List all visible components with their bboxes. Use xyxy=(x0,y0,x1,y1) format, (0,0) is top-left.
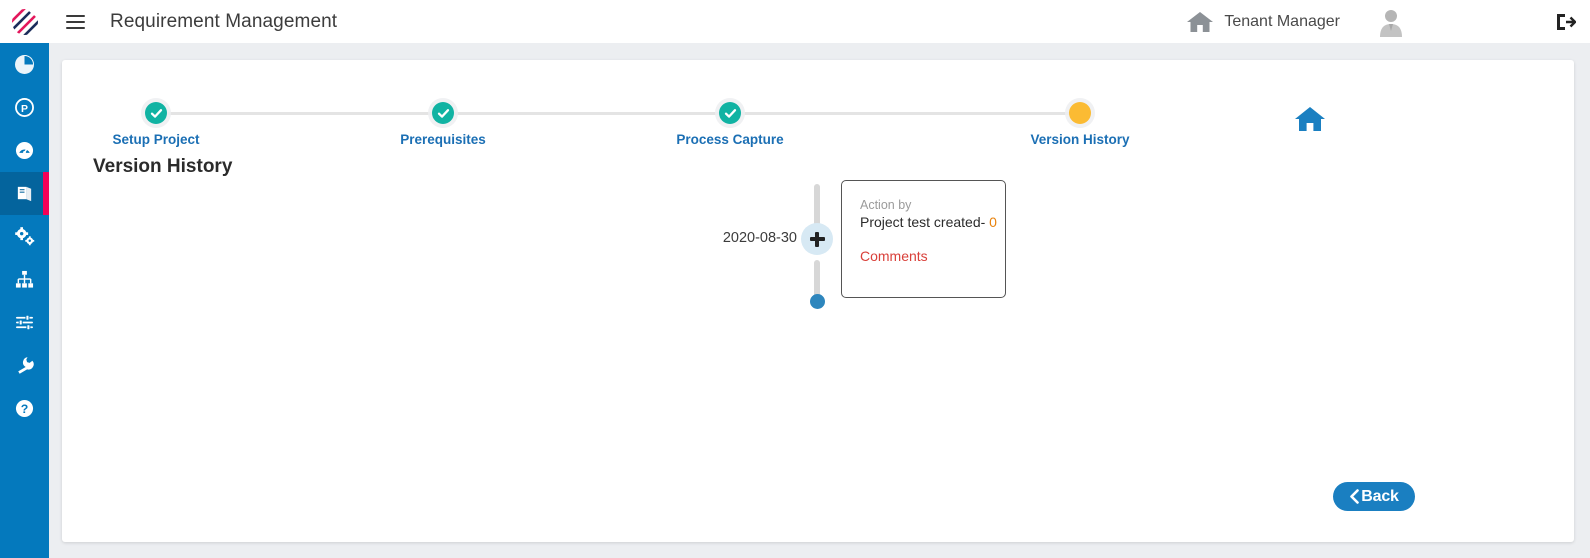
question-circle-icon: ? xyxy=(15,399,34,418)
sidebar-item-tools[interactable] xyxy=(0,344,49,387)
action-by-label: Action by xyxy=(860,198,987,212)
step-status-icon xyxy=(145,102,167,124)
home-icon[interactable] xyxy=(1186,10,1214,34)
hamburger-bar xyxy=(66,21,85,23)
sitemap-icon xyxy=(15,270,34,289)
step-status-icon xyxy=(719,102,741,124)
back-button-label: Back xyxy=(1361,488,1398,506)
book-icon xyxy=(15,184,34,203)
cogs-icon xyxy=(15,227,35,246)
content-card: Setup Project Prerequisites Process Capt… xyxy=(62,60,1574,542)
timeline-entry-description: Project test created- 0 xyxy=(860,214,987,230)
sidebar-item-help[interactable]: ? xyxy=(0,387,49,430)
app-logo xyxy=(0,0,49,43)
stepper-home-icon[interactable] xyxy=(1294,106,1326,138)
step-label: Version History xyxy=(1030,132,1129,147)
stepper: Setup Project Prerequisites Process Capt… xyxy=(62,82,1574,144)
home-glyph xyxy=(1294,106,1326,133)
sidebar-item-hierarchy[interactable] xyxy=(0,258,49,301)
logout-icon[interactable] xyxy=(1556,13,1576,31)
home-glyph xyxy=(1186,10,1214,34)
timeline-entry-date: 2020-08-30 xyxy=(662,230,797,246)
p-circle-icon: P xyxy=(15,98,34,117)
avatar-glyph xyxy=(1376,7,1406,37)
step-status-icon xyxy=(1069,102,1091,124)
timeline-entry-card: Action by Project test created- 0 Commen… xyxy=(841,180,1006,298)
step-label: Prerequisites xyxy=(400,132,486,147)
check-icon xyxy=(437,107,450,120)
wrench-icon xyxy=(15,356,34,375)
check-icon xyxy=(150,107,163,120)
sidebar-item-reports[interactable] xyxy=(0,43,49,86)
step-label: Process Capture xyxy=(676,132,783,147)
chevron-left-icon xyxy=(1349,489,1360,504)
pie-chart-icon xyxy=(15,55,34,74)
top-bar: Requirement Management Tenant Manager xyxy=(0,0,1590,43)
step-setup-project[interactable]: Setup Project xyxy=(86,102,226,147)
app-logo-mark xyxy=(11,8,39,36)
svg-text:?: ? xyxy=(21,402,29,416)
timeline-entry-count: 0 xyxy=(989,214,997,230)
app-title: Requirement Management xyxy=(110,11,337,33)
tenant-label: Tenant Manager xyxy=(1224,13,1340,31)
logo-stripes-icon xyxy=(11,8,39,36)
sidebar-item-settings[interactable] xyxy=(0,301,49,344)
comments-link[interactable]: Comments xyxy=(860,248,987,264)
top-bar-right: Tenant Manager xyxy=(1186,0,1590,43)
check-icon xyxy=(724,107,737,120)
step-version-history[interactable]: Version History xyxy=(1010,102,1150,147)
sidebar-item-projects[interactable]: P xyxy=(0,86,49,129)
sidebar-item-processes[interactable] xyxy=(0,215,49,258)
back-button[interactable]: Back xyxy=(1333,482,1415,511)
plus-icon[interactable] xyxy=(801,223,833,255)
sliders-icon xyxy=(15,313,34,332)
step-process-capture[interactable]: Process Capture xyxy=(660,102,800,147)
hamburger-menu-icon[interactable] xyxy=(66,15,88,29)
step-prerequisites[interactable]: Prerequisites xyxy=(373,102,513,147)
step-label: Setup Project xyxy=(112,132,199,147)
user-avatar-icon[interactable] xyxy=(1376,7,1406,37)
timeline-end-dot xyxy=(810,294,825,309)
hamburger-bar xyxy=(66,27,85,29)
svg-text:P: P xyxy=(21,104,28,115)
timeline-entry-description-text: Project test created- xyxy=(860,214,985,230)
version-history-timeline: 2020-08-30 Action by Project test create… xyxy=(62,172,1574,332)
logout-glyph xyxy=(1556,13,1576,31)
sidebar: P xyxy=(0,43,49,558)
hamburger-bar xyxy=(66,15,85,17)
step-status-icon xyxy=(432,102,454,124)
page-body: Setup Project Prerequisites Process Capt… xyxy=(49,43,1590,558)
dashboard-icon xyxy=(15,141,34,160)
sidebar-item-requirements[interactable] xyxy=(0,172,49,215)
sidebar-item-dashboard[interactable] xyxy=(0,129,49,172)
